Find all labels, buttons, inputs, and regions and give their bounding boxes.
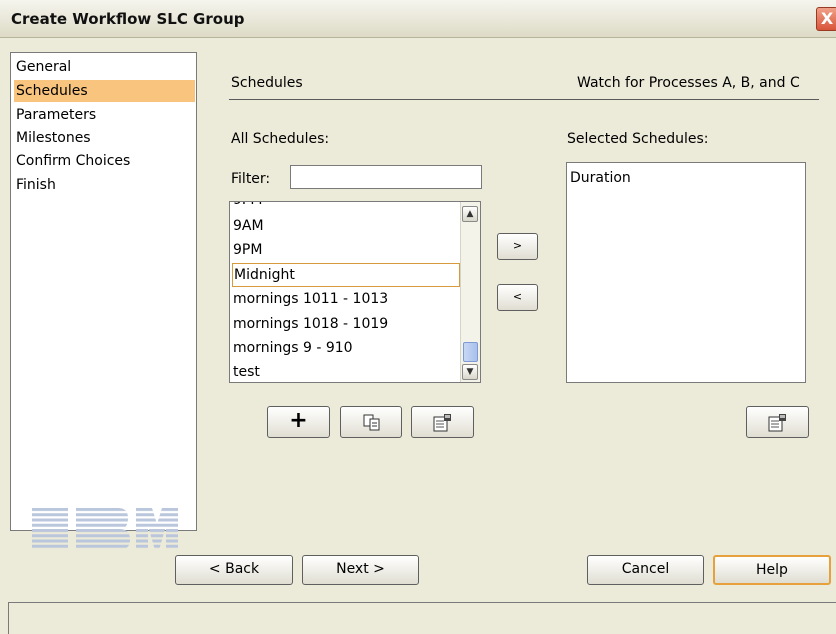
ibm-logo bbox=[32, 508, 178, 550]
help-button[interactable]: Help bbox=[713, 555, 831, 585]
all-schedules-list[interactable]: 9PM 9AM 9PM Midnight mornings 1011 - 101… bbox=[229, 201, 481, 383]
nav-item-confirm-choices[interactable]: Confirm Choices bbox=[14, 150, 195, 172]
list-item-partial[interactable]: 9PM bbox=[232, 202, 460, 212]
nav-item-finish[interactable]: Finish bbox=[14, 174, 195, 196]
vertical-scrollbar[interactable]: ▲ ▼ bbox=[460, 202, 480, 382]
selected-schedules-label: Selected Schedules: bbox=[567, 131, 709, 147]
filter-label: Filter: bbox=[231, 171, 271, 187]
new-schedule-button[interactable]: + bbox=[267, 406, 330, 438]
list-item[interactable]: Duration bbox=[569, 166, 797, 190]
nav-item-milestones[interactable]: Milestones bbox=[14, 127, 195, 149]
list-item[interactable]: mornings 1018 - 1019 bbox=[232, 312, 460, 336]
list-item[interactable]: mornings 1011 - 1013 bbox=[232, 287, 460, 311]
remove-schedule-button[interactable]: < bbox=[497, 284, 538, 311]
close-button[interactable]: X bbox=[816, 7, 836, 31]
status-bar bbox=[8, 602, 836, 634]
nav-item-general[interactable]: General bbox=[14, 56, 195, 78]
close-icon: X bbox=[820, 9, 834, 28]
cancel-button[interactable]: Cancel bbox=[587, 555, 704, 585]
add-schedule-button[interactable]: > bbox=[497, 233, 538, 260]
list-item-focused[interactable]: Midnight bbox=[232, 263, 460, 287]
list-item[interactable]: test bbox=[232, 360, 460, 382]
properties-icon bbox=[768, 414, 786, 432]
window-title: Create Workflow SLC Group bbox=[11, 10, 245, 28]
title-bar: Create Workflow SLC Group X bbox=[0, 0, 836, 38]
selected-properties-button[interactable] bbox=[746, 406, 809, 438]
properties-icon bbox=[433, 414, 451, 432]
wizard-steps-list: General Schedules Parameters Milestones … bbox=[10, 52, 197, 550]
list-item[interactable]: 9AM bbox=[232, 214, 460, 238]
nav-item-parameters[interactable]: Parameters bbox=[14, 104, 195, 126]
scroll-down-icon[interactable]: ▼ bbox=[462, 364, 478, 380]
section-title: Schedules bbox=[231, 75, 303, 91]
copy-icon bbox=[363, 414, 380, 431]
schedule-properties-button[interactable] bbox=[411, 406, 474, 438]
all-schedules-label: All Schedules: bbox=[231, 131, 330, 147]
list-item[interactable]: 9PM bbox=[232, 238, 460, 262]
scroll-thumb[interactable] bbox=[463, 342, 478, 362]
copy-schedule-button[interactable] bbox=[340, 406, 402, 438]
plus-icon: + bbox=[289, 408, 308, 433]
list-item[interactable]: mornings 9 - 910 bbox=[232, 336, 460, 360]
header-divider bbox=[229, 99, 819, 100]
nav-item-schedules[interactable]: Schedules bbox=[14, 80, 195, 102]
selected-schedules-list[interactable]: Duration bbox=[566, 162, 806, 383]
back-button[interactable]: < Back bbox=[175, 555, 293, 585]
next-button[interactable]: Next > bbox=[302, 555, 419, 585]
group-name: Watch for Processes A, B, and C bbox=[577, 75, 800, 91]
filter-input[interactable] bbox=[290, 165, 482, 189]
scroll-up-icon[interactable]: ▲ bbox=[462, 206, 478, 222]
